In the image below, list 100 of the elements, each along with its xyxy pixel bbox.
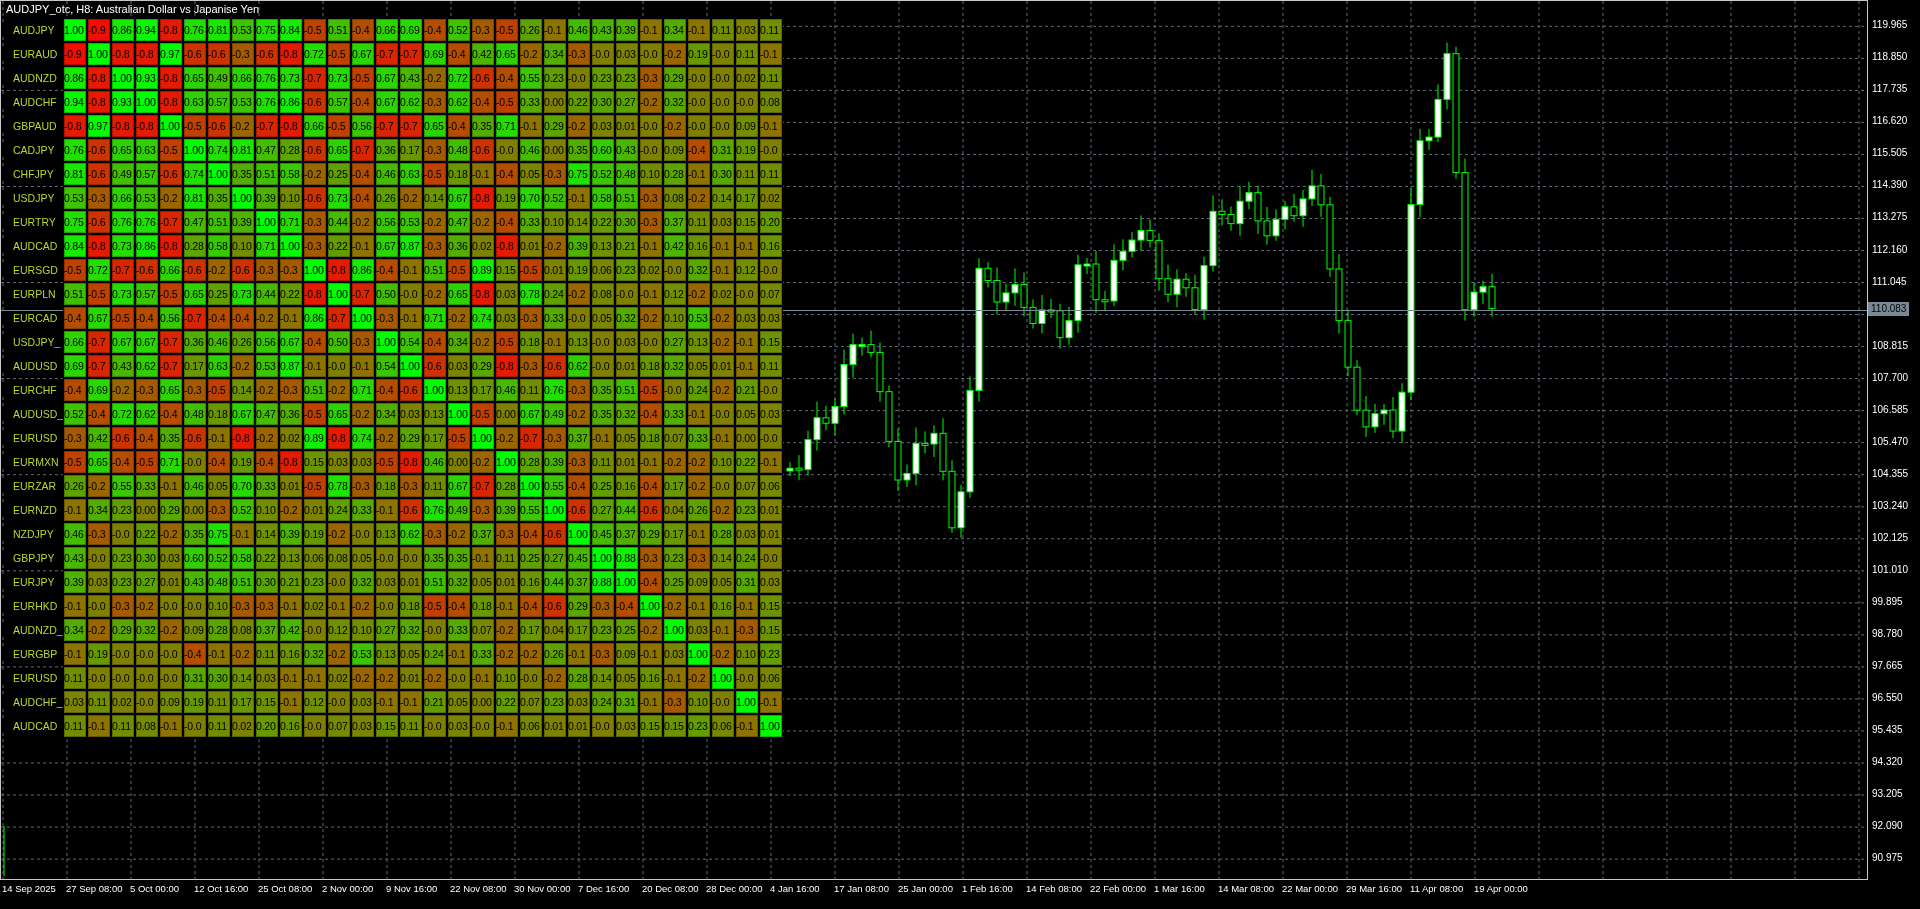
- correlation-cell: 0.05: [208, 475, 230, 497]
- correlation-cell: 0.06: [592, 259, 614, 281]
- correlation-cell: 0.08: [592, 283, 614, 305]
- correlation-cell: 0.23: [112, 499, 134, 521]
- correlation-cell: 0.39: [496, 499, 518, 521]
- correlation-cell: -0.2: [280, 499, 302, 521]
- correlation-cell: 0.16: [616, 475, 638, 497]
- correlation-cell: -0.4: [616, 595, 638, 617]
- correlation-cell: 0.73: [112, 283, 134, 305]
- symbol-label: EURTRY: [1, 215, 63, 229]
- correlation-cell: -0.3: [208, 499, 230, 521]
- correlation-cell: -0.1: [712, 619, 734, 641]
- correlation-cell: -0.6: [544, 523, 566, 545]
- correlation-cell: 0.53: [64, 187, 86, 209]
- correlation-cell: -0.4: [64, 379, 86, 401]
- correlation-cell: -0.1: [760, 691, 782, 713]
- correlation-cell: -0.5: [328, 43, 350, 65]
- correlation-cell: -0.0: [184, 715, 206, 737]
- correlation-cell: 0.01: [304, 499, 326, 521]
- correlation-cell: 0.01: [616, 355, 638, 377]
- correlation-cell: -0.6: [232, 259, 254, 281]
- correlation-cell: -0.4: [352, 187, 374, 209]
- correlation-cell: 0.22: [136, 523, 158, 545]
- correlation-cell: 0.94: [136, 19, 158, 41]
- correlation-cell: -0.3: [376, 307, 398, 329]
- correlation-cell: 0.67: [520, 403, 542, 425]
- correlation-cell: 1.00: [448, 403, 470, 425]
- correlation-cell: 0.22: [328, 235, 350, 257]
- symbol-label: EURNZD: [1, 503, 63, 517]
- correlation-cell: 0.35: [184, 523, 206, 545]
- correlation-cell: -0.0: [640, 331, 662, 353]
- correlation-cell: 0.12: [328, 619, 350, 641]
- correlation-cell: -0.1: [64, 595, 86, 617]
- correlation-cell: -0.5: [448, 427, 470, 449]
- correlation-cell: 0.44: [328, 211, 350, 233]
- correlation-cell: 0.24: [544, 283, 566, 305]
- correlation-cell: -0.5: [64, 259, 86, 281]
- correlation-cell: 0.00: [448, 451, 470, 473]
- correlation-cell: 0.34: [544, 43, 566, 65]
- correlation-cell: 0.63: [208, 355, 230, 377]
- correlation-cell: 1.00: [616, 571, 638, 593]
- correlation-cell: 0.14: [256, 523, 278, 545]
- correlation-cell: 0.36: [376, 139, 398, 161]
- correlation-cell: -0.6: [304, 139, 326, 161]
- correlation-cell: -0.5: [136, 451, 158, 473]
- correlation-cell: 0.11: [112, 715, 134, 737]
- correlation-cell: -0.6: [256, 43, 278, 65]
- correlation-cell: 0.33: [256, 475, 278, 497]
- correlation-cell: -0.8: [112, 43, 134, 65]
- correlation-cell: -0.1: [640, 235, 662, 257]
- symbol-label: AUDCHF_: [1, 695, 63, 709]
- correlation-cell: 0.16: [280, 643, 302, 665]
- correlation-cell: -0.3: [136, 379, 158, 401]
- correlation-cell: 0.07: [760, 283, 782, 305]
- correlation-cell: 0.52: [592, 163, 614, 185]
- correlation-cell: 0.08: [664, 187, 686, 209]
- correlation-cell: -0.7: [376, 43, 398, 65]
- time-label: 19 Apr 00:00: [1474, 882, 1529, 894]
- correlation-cell: 0.23: [544, 691, 566, 713]
- correlation-cell: -0.0: [712, 475, 734, 497]
- time-label: 29 Mar 16:00: [1346, 882, 1403, 894]
- correlation-cell: -0.3: [280, 379, 302, 401]
- price-label: 107.700: [1872, 370, 1909, 385]
- correlation-cell: 0.75: [64, 211, 86, 233]
- correlation-cell: 0.35: [208, 187, 230, 209]
- correlation-cell: 0.10: [352, 619, 374, 641]
- correlation-cell: 0.62: [136, 355, 158, 377]
- correlation-cell: -0.3: [424, 235, 446, 257]
- correlation-cell: 0.51: [328, 19, 350, 41]
- correlation-cell: 0.71: [280, 211, 302, 233]
- correlation-cell: 0.37: [472, 523, 494, 545]
- correlation-cell: 0.26: [64, 475, 86, 497]
- correlation-cell: 0.36: [184, 331, 206, 353]
- correlation-cell: 0.18: [208, 403, 230, 425]
- correlation-cell: -0.6: [184, 43, 206, 65]
- correlation-cell: -0.0: [472, 715, 494, 737]
- correlation-cell: -0.8: [280, 451, 302, 473]
- correlation-cell: 0.46: [520, 139, 542, 161]
- correlation-cell: 0.30: [208, 667, 230, 689]
- correlation-cell: 0.10: [640, 163, 662, 185]
- correlation-cell: 0.86: [304, 307, 326, 329]
- correlation-cell: 1.00: [736, 691, 758, 713]
- correlation-cell: 0.67: [352, 43, 374, 65]
- correlation-cell: 0.76: [184, 19, 206, 41]
- correlation-cell: -0.5: [640, 379, 662, 401]
- correlation-cell: 0.03: [376, 571, 398, 593]
- correlation-cell: -0.5: [208, 379, 230, 401]
- correlation-cell: 0.12: [304, 691, 326, 713]
- correlation-cell: 0.54: [400, 331, 422, 353]
- correlation-cell: -0.1: [544, 331, 566, 353]
- correlation-cell: 0.35: [448, 547, 470, 569]
- correlation-cell: -0.0: [640, 115, 662, 137]
- correlation-cell: -0.0: [568, 307, 590, 329]
- correlation-cell: 0.03: [64, 691, 86, 713]
- correlation-cell: 1.00: [400, 355, 422, 377]
- correlation-cell: 0.03: [256, 667, 278, 689]
- correlation-cell: -0.0: [712, 691, 734, 713]
- correlation-cell: -0.2: [472, 331, 494, 353]
- correlation-cell: 1.00: [472, 427, 494, 449]
- correlation-cell: -0.3: [88, 523, 110, 545]
